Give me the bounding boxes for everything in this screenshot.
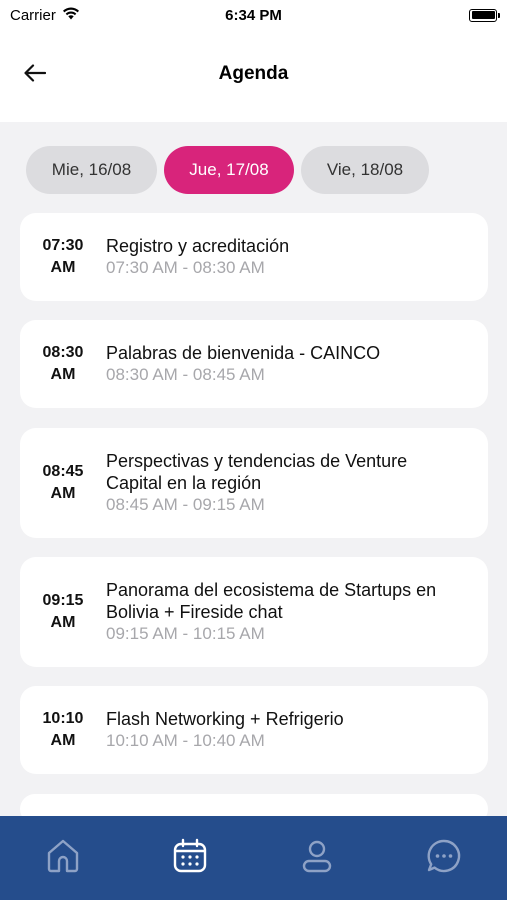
session-title: Palabras de bienvenida - CAINCO [106, 343, 381, 363]
date-tab-mie-16-08[interactable]: Mie, 16/08 [26, 146, 157, 194]
session-start-hm: 09:15 [42, 592, 84, 609]
session-details: Panorama del ecosistema de Startups en B… [106, 579, 488, 645]
session-start-ampm: AM [50, 614, 76, 631]
session-start-ampm: AM [50, 485, 76, 502]
session-card[interactable]: 10:10 AM Flash Networking + Refrigerio 1… [20, 686, 488, 774]
session-start-time: 09:15 AM [20, 590, 106, 634]
session-title-line-2: Capital en la región [106, 473, 262, 493]
session-start-hm: 10:10 [42, 710, 84, 727]
nav-agenda-button[interactable] [160, 828, 220, 888]
session-title-line-1: Panorama del ecosistema de Startups en [106, 580, 437, 600]
session-details: Perspectivas y tendencias de Venture Cap… [106, 450, 488, 516]
session-card[interactable]: 09:15 AM Panorama del ecosistema de Star… [20, 557, 488, 667]
nav-home-button[interactable] [33, 828, 93, 888]
session-title: Flash Networking + Refrigerio [106, 709, 344, 729]
session-start-time: 08:30 AM [20, 342, 106, 386]
session-start-time: 08:45 AM [20, 461, 106, 505]
chat-icon [425, 837, 463, 880]
home-icon [44, 837, 82, 880]
status-left: Carrier [10, 6, 80, 24]
session-card[interactable]: 08:30 AM Palabras de bienvenida - CAINCO… [20, 320, 488, 408]
session-start-hm: 08:45 [42, 463, 84, 480]
arrow-left-icon [24, 63, 47, 87]
calendar-icon [171, 837, 209, 880]
date-tab-vie-18-08[interactable]: Vie, 18/08 [301, 146, 429, 194]
session-start-time: 07:30 AM [20, 235, 106, 279]
top-bar: Carrier 6:34 PM Agenda [0, 0, 507, 122]
session-start-hm: 07:30 [42, 237, 84, 254]
session-details: Flash Networking + Refrigerio 10:10 AM -… [106, 708, 488, 752]
session-title: Registro y acreditación [106, 236, 290, 256]
wifi-icon [62, 6, 80, 24]
session-start-time: 10:10 AM [20, 708, 106, 752]
bottom-nav [0, 816, 507, 900]
date-tab-jue-17-08[interactable]: Jue, 17/08 [164, 146, 294, 194]
battery-level [471, 11, 495, 19]
session-title-line-2: Bolivia + Fireside chat [106, 602, 283, 622]
nav-chat-button[interactable] [414, 828, 474, 888]
session-title-line-1: Perspectivas y tendencias de Venture [106, 451, 408, 471]
page-title: Agenda [218, 63, 289, 84]
session-start-ampm: AM [50, 366, 76, 383]
battery-icon [469, 8, 500, 22]
session-card[interactable]: 07:30 AM Registro y acreditación 07:30 A… [20, 213, 488, 301]
nav-profile-button[interactable] [287, 828, 347, 888]
session-details: Registro y acreditación 07:30 AM - 08:30… [106, 235, 488, 279]
session-start-hm: 08:30 [42, 344, 84, 361]
date-tabs: Mie, 16/08 Jue, 17/08 Vie, 18/08 [26, 146, 429, 194]
session-start-ampm: AM [50, 732, 76, 749]
session-time-range: 10:10 AM - 10:40 AM [106, 731, 265, 750]
session-time-range: 08:30 AM - 08:45 AM [106, 365, 265, 384]
session-card[interactable]: 08:45 AM Perspectivas y tendencias de Ve… [20, 428, 488, 538]
session-time-range: 08:45 AM - 09:15 AM [106, 495, 265, 514]
carrier-label: Carrier [10, 6, 56, 24]
user-icon [298, 837, 336, 880]
status-bar: Carrier 6:34 PM [0, 0, 507, 30]
nav-header: Agenda [0, 46, 507, 102]
session-time-range: 07:30 AM - 08:30 AM [106, 258, 265, 277]
session-time-range: 09:15 AM - 10:15 AM [106, 624, 265, 643]
session-details: Palabras de bienvenida - CAINCO 08:30 AM… [106, 342, 488, 386]
session-start-ampm: AM [50, 259, 76, 276]
back-button[interactable] [18, 58, 52, 92]
